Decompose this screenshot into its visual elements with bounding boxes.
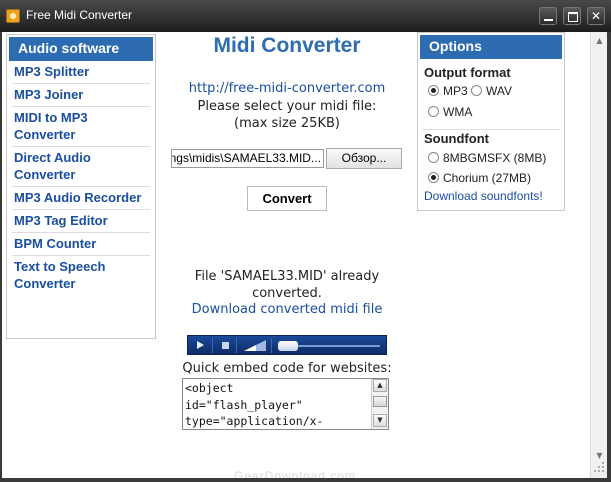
prompt-line-1: Please select your midi file: [197, 99, 377, 114]
status-line-2: converted. [252, 286, 322, 301]
output-format-title: Output format [424, 65, 511, 80]
radio-8mbgmsfx[interactable] [428, 152, 439, 163]
options-panel: Options Output format MP3 WAV WMA Soundf… [417, 32, 565, 211]
seek-thumb[interactable] [278, 341, 298, 351]
prompt-line-2: (max size 25KB) [234, 116, 340, 131]
watermark: GearDownload.com [234, 469, 357, 478]
format-mp3-option[interactable]: MP3 [428, 84, 468, 98]
format-wav-label: WAV [486, 84, 512, 98]
midi-file-input[interactable]: ...ngs\midis\SAMAEL33.MID [171, 149, 324, 168]
app-icon [6, 9, 20, 23]
audio-player [187, 335, 387, 355]
converter-main: Midi Converter http://free-midi-converte… [162, 32, 412, 478]
player-separator [212, 338, 213, 353]
nav-bpm-counter[interactable]: BPM Counter [12, 233, 150, 256]
format-wma-option[interactable]: WMA [428, 105, 472, 119]
nav-text-to-speech-converter[interactable]: Text to Speech Converter [12, 256, 150, 295]
format-wav-option[interactable]: WAV [471, 84, 512, 98]
format-wma-label: WMA [443, 105, 473, 119]
player-separator [236, 338, 237, 353]
site-link[interactable]: http://free-midi-converter.com [162, 81, 412, 96]
embed-code-text[interactable]: <object id="flash_player" type="applicat… [185, 380, 370, 430]
conversion-status: File 'SAMAEL33.MID' already converted. [162, 268, 412, 302]
convert-button[interactable]: Convert [247, 186, 327, 211]
options-divider [422, 129, 560, 130]
window-title: Free Midi Converter [26, 8, 133, 22]
embed-code-textarea[interactable]: <object id="flash_player" type="applicat… [182, 378, 389, 430]
radio-wav[interactable] [471, 85, 482, 96]
embed-scrollbar[interactable]: ▲ ▼ [371, 379, 388, 429]
page-title: Midi Converter [213, 34, 361, 57]
nav-mp3-splitter[interactable]: MP3 Splitter [12, 61, 150, 84]
download-converted-link[interactable]: Download converted midi file [162, 302, 412, 317]
scroll-up-icon[interactable]: ▲ [594, 35, 605, 46]
player-separator [271, 338, 272, 353]
resize-grip-icon[interactable] [592, 460, 606, 474]
nav-mp3-tag-editor[interactable]: MP3 Tag Editor [12, 210, 150, 233]
format-mp3-label: MP3 [443, 84, 468, 98]
nav-midi-to-mp3-converter[interactable]: MIDI to MP3 Converter [12, 107, 150, 147]
radio-mp3[interactable] [428, 85, 439, 96]
scroll-up-icon[interactable]: ▲ [373, 379, 387, 392]
minimize-button[interactable] [539, 7, 557, 25]
select-file-prompt: Please select your midi file: (max size … [162, 98, 412, 132]
browse-button[interactable]: Обзор... [326, 148, 402, 169]
download-soundfonts-link[interactable]: Download soundfonts! [424, 189, 543, 203]
soundfont-chorium-option[interactable]: Chorium (27MB) [428, 171, 531, 185]
embed-code-label: Quick embed code for websites: [182, 361, 392, 376]
radio-chorium[interactable] [428, 172, 439, 183]
nav-mp3-joiner[interactable]: MP3 Joiner [12, 84, 150, 107]
page-content: Audio software MP3 Splitter MP3 Joiner M… [2, 32, 607, 478]
status-line-1: File 'SAMAEL33.MID' already [194, 269, 380, 284]
stop-icon[interactable] [222, 342, 229, 349]
options-header: Options [420, 35, 562, 59]
play-icon[interactable] [197, 341, 204, 349]
soundfont-8mb-option[interactable]: 8MBGMSFX (8MB) [428, 151, 546, 165]
maximize-button[interactable] [563, 7, 581, 25]
volume-icon[interactable] [244, 340, 266, 351]
audio-software-header: Audio software [9, 37, 153, 61]
window-scrollbar[interactable]: ▲ ▼ [590, 32, 607, 478]
scroll-thumb[interactable] [373, 396, 387, 407]
nav-mp3-audio-recorder[interactable]: MP3 Audio Recorder [12, 187, 150, 210]
soundfont-title: Soundfont [424, 131, 489, 146]
audio-software-panel: Audio software MP3 Splitter MP3 Joiner M… [6, 34, 156, 339]
soundfont-chorium-label: Chorium (27MB) [443, 171, 532, 185]
soundfont-8mb-label: 8MBGMSFX (8MB) [443, 151, 547, 165]
close-button[interactable]: ✕ [587, 7, 605, 25]
title-bar[interactable]: Free Midi Converter ✕ [0, 0, 611, 32]
nav-direct-audio-converter[interactable]: Direct Audio Converter [12, 147, 150, 187]
radio-wma[interactable] [428, 106, 439, 117]
scroll-down-icon[interactable]: ▼ [373, 414, 387, 427]
audio-software-nav: MP3 Splitter MP3 Joiner MIDI to MP3 Conv… [7, 61, 155, 295]
